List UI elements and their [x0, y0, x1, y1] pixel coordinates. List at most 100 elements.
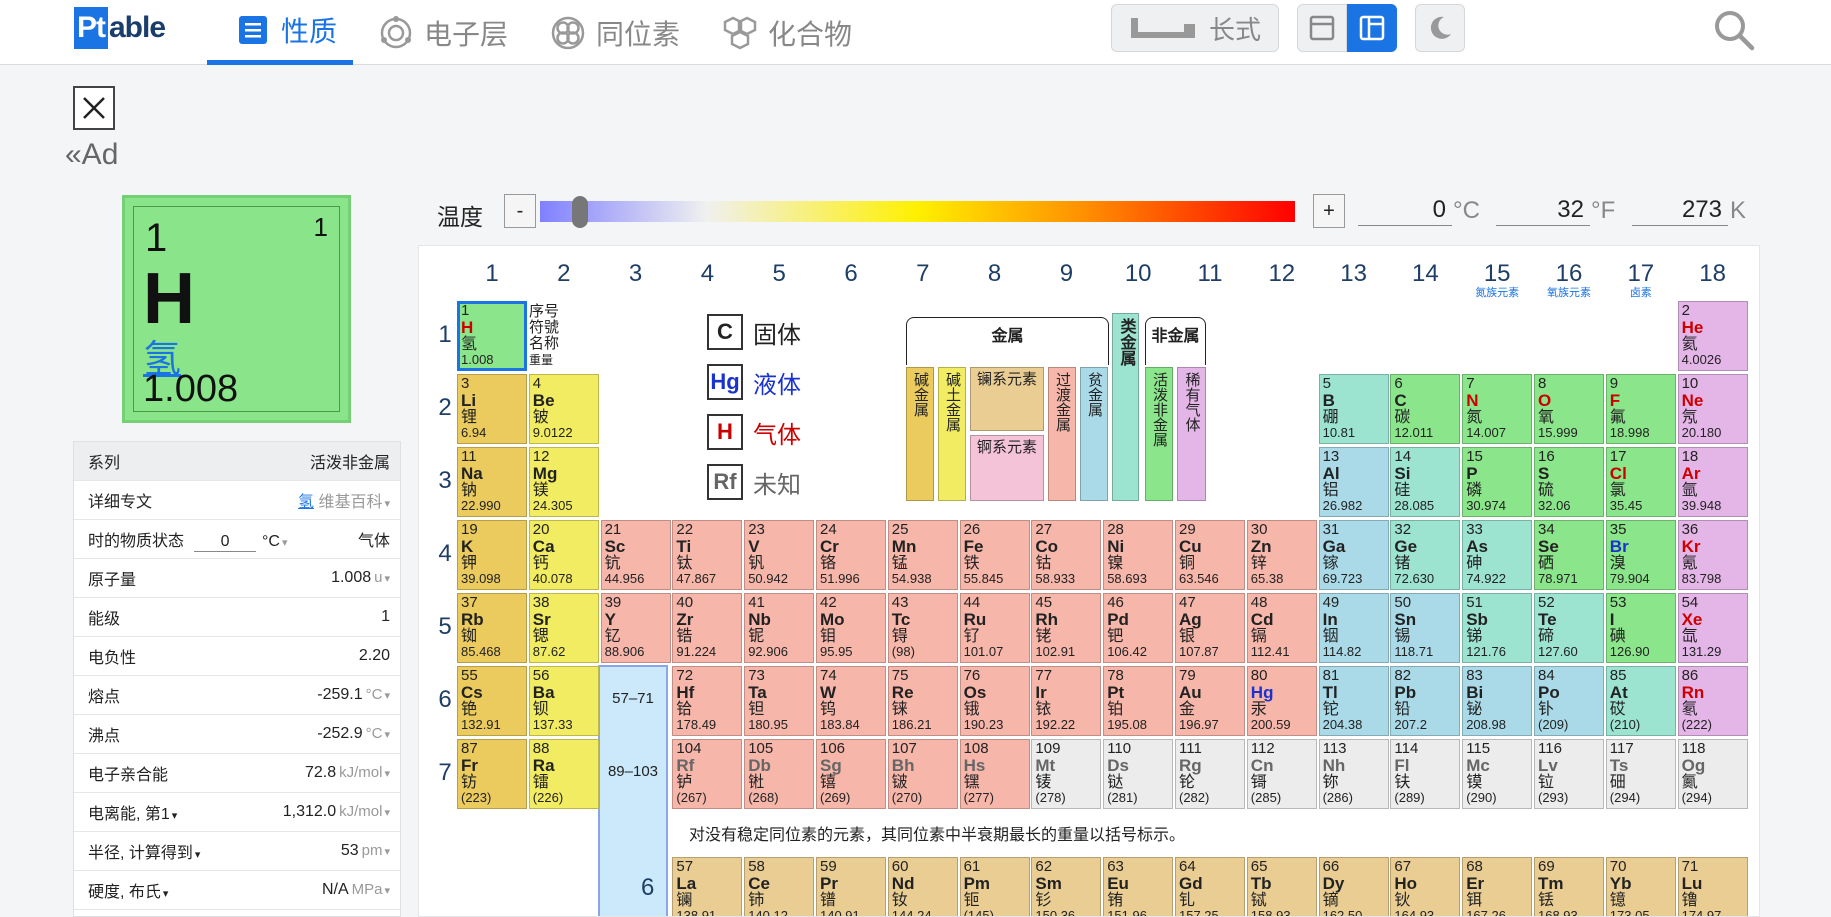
element-cell-gd[interactable]: 64 Gd 钆 157.25 — [1175, 857, 1245, 916]
element-cell-re[interactable]: 75 Re 铼 186.21 — [887, 666, 958, 736]
tab-isotopes[interactable]: 同位素 — [550, 0, 680, 65]
element-cell-ni[interactable]: 28 Ni 镍 58.693 — [1103, 520, 1174, 590]
temperature-slider-handle[interactable] — [571, 196, 588, 228]
element-cell-c[interactable]: 6 C 碳 12.011 — [1390, 374, 1461, 444]
tab-properties[interactable]: 性质 — [207, 0, 353, 65]
element-cell-ge[interactable]: 32 Ge 锗 72.630 — [1390, 520, 1461, 590]
category-noble-gas[interactable]: 稀有气体 — [1177, 367, 1206, 501]
prop-row-ionization[interactable]: 电离能, 第1 ▾ 1,312.0 kJ/mol ▾ — [74, 793, 400, 832]
nonmetal-group-label[interactable]: 非金属 — [1145, 317, 1206, 365]
element-cell-nb[interactable]: 41 Nb 铌 92.906 — [744, 593, 815, 663]
element-cell-be[interactable]: 4 Be 铍 9.0122 — [528, 374, 599, 444]
element-cell-nh[interactable]: 113 Nh 鿭 (286) — [1318, 739, 1389, 809]
element-cell-os[interactable]: 76 Os 锇 190.23 — [959, 666, 1030, 736]
element-cell-hs[interactable]: 108 Hs 𬭶 (277) — [959, 739, 1030, 809]
ionization-select[interactable]: 电离能, 第1 ▾ — [88, 800, 177, 824]
ad-label[interactable]: «Ad — [65, 138, 118, 172]
element-cell-h[interactable]: 1 H 氢 1.008 — [457, 301, 527, 371]
element-cell-sr[interactable]: 38 Sr 锶 87.62 — [528, 593, 599, 663]
element-cell-pr[interactable]: 59 Pr 镨 140.91 — [816, 857, 886, 916]
element-cell-ho[interactable]: 67 Ho 钬 164.93 — [1390, 857, 1461, 916]
temp-minus-button[interactable]: - — [504, 194, 536, 228]
element-cell-ba[interactable]: 56 Ba 钡 137.33 — [528, 666, 599, 736]
group-header-2[interactable]: 2 — [529, 260, 599, 288]
chevron-down-icon[interactable]: ▾ — [384, 498, 390, 510]
period-header-2[interactable]: 2 — [433, 394, 457, 422]
element-cell-si[interactable]: 14 Si 硅 28.085 — [1390, 447, 1461, 517]
state-unit-select[interactable]: °C ▾ — [262, 533, 287, 550]
element-cell-cd[interactable]: 48 Cd 镉 112.41 — [1246, 593, 1317, 663]
element-cell-kr[interactable]: 36 Kr 氪 83.798 — [1677, 520, 1748, 590]
category-reactive-nonmetal[interactable]: 活泼非金属 — [1145, 367, 1173, 501]
element-cell-ru[interactable]: 44 Ru 钌 101.07 — [959, 593, 1030, 663]
legend-gas[interactable]: H 气体 — [707, 414, 801, 450]
element-cell-bi[interactable]: 83 Bi 铋 208.98 — [1462, 666, 1533, 736]
element-cell-ag[interactable]: 47 Ag 银 107.87 — [1175, 593, 1245, 663]
element-cell-tc[interactable]: 43 Tc 锝 (98) — [887, 593, 958, 663]
element-cell-lu[interactable]: 71 Lu 镥 174.97 — [1677, 857, 1748, 916]
element-cell-p[interactable]: 15 P 磷 30.974 — [1462, 447, 1533, 517]
element-cell-tb[interactable]: 65 Tb 铽 158.93 — [1246, 857, 1317, 916]
celsius-input[interactable]: 0 — [1358, 196, 1452, 226]
element-cell-sc[interactable]: 21 Sc 钪 44.956 — [600, 520, 671, 590]
element-cell-sn[interactable]: 50 Sn 锡 118.71 — [1390, 593, 1461, 663]
category-transition[interactable]: 过渡金属 — [1048, 367, 1076, 501]
period-header-4[interactable]: 4 — [433, 540, 457, 568]
group-header-18[interactable]: 18 — [1678, 260, 1748, 288]
element-cell-ca[interactable]: 20 Ca 钙 40.078 — [528, 520, 599, 590]
fahrenheit-input[interactable]: 32 — [1496, 196, 1590, 226]
prop-row-hardness[interactable]: 硬度, 布氏 ▾ N/A MPa ▾ — [74, 871, 400, 910]
prop-row-boiling[interactable]: 沸点 -252.9 °C ▾ — [74, 715, 400, 754]
element-cell-co[interactable]: 27 Co 钴 58.933 — [1031, 520, 1102, 590]
prop-row-mass[interactable]: 原子量 1.008 u ▾ — [74, 559, 400, 598]
element-cell-na[interactable]: 11 Na 钠 22.990 — [457, 447, 527, 517]
element-cell-hg[interactable]: 80 Hg 汞 200.59 — [1246, 666, 1317, 736]
element-cell-po[interactable]: 84 Po 钋 (209) — [1534, 666, 1604, 736]
temperature-slider-track[interactable] — [540, 201, 1295, 222]
close-button[interactable] — [73, 86, 115, 130]
element-cell-al[interactable]: 13 Al 铝 26.982 — [1318, 447, 1389, 517]
prop-row-radius[interactable]: 半径, 计算得到 ▾ 53 pm ▾ — [74, 832, 400, 871]
element-cell-og[interactable]: 118 Og 鿫 (294) — [1677, 739, 1748, 809]
element-cell-sb[interactable]: 51 Sb 锑 121.76 — [1462, 593, 1533, 663]
element-cell-zr[interactable]: 40 Zr 锆 91.224 — [672, 593, 743, 663]
element-cell-dy[interactable]: 66 Dy 镝 162.50 — [1318, 857, 1389, 916]
element-cell-lv[interactable]: 116 Lv 𫟷 (293) — [1534, 739, 1604, 809]
element-cell-db[interactable]: 105 Db 𬭊 (268) — [744, 739, 815, 809]
ptable-logo[interactable]: Pt able — [74, 4, 166, 52]
element-cell-ta[interactable]: 73 Ta 钽 180.95 — [744, 666, 815, 736]
element-cell-b[interactable]: 5 B 硼 10.81 — [1318, 374, 1389, 444]
element-cell-rh[interactable]: 45 Rh 铑 102.91 — [1031, 593, 1102, 663]
element-cell-n[interactable]: 7 N 氮 14.007 — [1462, 374, 1533, 444]
group-header-13[interactable]: 13 — [1319, 260, 1389, 288]
element-cell-nd[interactable]: 60 Nd 钕 144.24 — [887, 857, 958, 916]
element-cell-mc[interactable]: 115 Mc 镆 (290) — [1462, 739, 1533, 809]
element-cell-ts[interactable]: 117 Ts 鿬 (294) — [1605, 739, 1676, 809]
element-cell-as[interactable]: 33 As 砷 74.922 — [1462, 520, 1533, 590]
element-cell-bh[interactable]: 107 Bh 𬭛 (270) — [887, 739, 958, 809]
element-cell-cl[interactable]: 17 Cl 氯 35.45 — [1605, 447, 1676, 517]
element-cell-mn[interactable]: 25 Mn 锰 54.938 — [887, 520, 958, 590]
period-header-3[interactable]: 3 — [433, 467, 457, 495]
element-cell-ar[interactable]: 18 Ar 氩 39.948 — [1677, 447, 1748, 517]
search-icon[interactable] — [1712, 8, 1756, 52]
element-cell-in[interactable]: 49 In 铟 114.82 — [1318, 593, 1389, 663]
group-header-4[interactable]: 4 — [672, 260, 742, 288]
period-header-1[interactable]: 1 — [433, 321, 457, 349]
category-actinides[interactable]: 锕系元素 — [970, 435, 1044, 501]
period-header-5[interactable]: 5 — [433, 613, 457, 641]
element-cell-ir[interactable]: 77 Ir 铱 192.22 — [1031, 666, 1102, 736]
element-cell-er[interactable]: 68 Er 铒 167.26 — [1462, 857, 1533, 916]
element-cell-se[interactable]: 34 Se 硒 78.971 — [1534, 520, 1604, 590]
element-cell-f[interactable]: 9 F 氟 18.998 — [1605, 374, 1676, 444]
element-cell-o[interactable]: 8 O 氧 15.999 — [1534, 374, 1604, 444]
group-header-11[interactable]: 11 — [1175, 260, 1245, 288]
element-cell-ti[interactable]: 22 Ti 钛 47.867 — [672, 520, 743, 590]
category-metalloid[interactable]: 类金属 — [1112, 313, 1139, 501]
element-cell-mo[interactable]: 42 Mo 钼 95.95 — [816, 593, 886, 663]
period-header-7[interactable]: 7 — [433, 759, 457, 787]
group-header-1[interactable]: 1 — [457, 260, 527, 288]
element-cell-cr[interactable]: 24 Cr 铬 51.996 — [816, 520, 886, 590]
element-cell-cn[interactable]: 112 Cn 鿔 (285) — [1246, 739, 1317, 809]
category-alkaline-earth[interactable]: 碱土金属 — [938, 367, 966, 501]
